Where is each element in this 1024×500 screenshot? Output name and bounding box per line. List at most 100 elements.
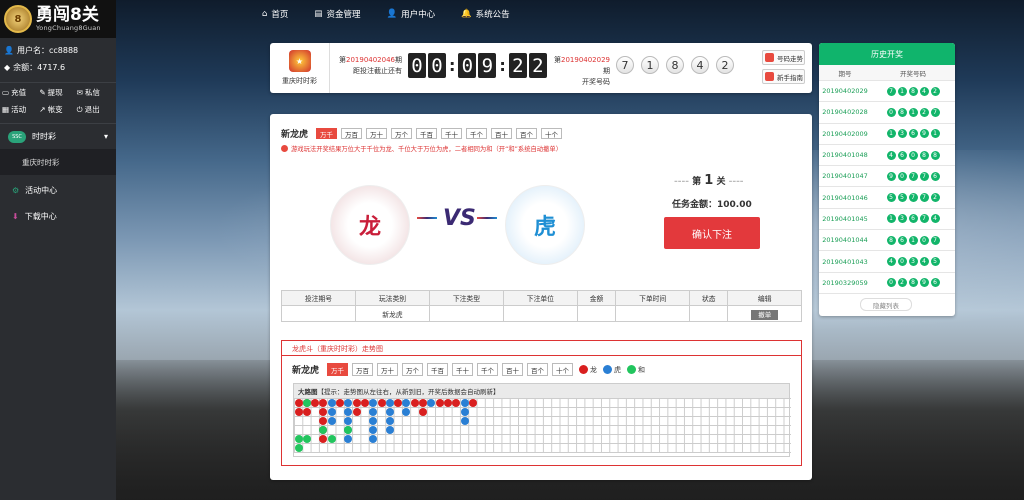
nav-announcements-label: 系统公告 (475, 10, 510, 20)
road-tiger-dot (327, 407, 336, 416)
road-tiger-dot (344, 407, 353, 416)
list-item: 20190401043 4 0 3 4 5 (819, 251, 955, 273)
nav-user-center[interactable]: 👤 用户中心 (386, 8, 435, 20)
legend-dragon-label: 龙 (590, 365, 598, 374)
trend-option[interactable]: 千百 (427, 363, 449, 376)
road-dragon-dot (443, 398, 452, 407)
amount-value: 100.00 (717, 200, 752, 210)
vs-stripe-right (477, 217, 497, 219)
trend-option[interactable]: 十个 (552, 363, 574, 376)
history-number-ball: 1 (886, 129, 896, 139)
history-number-ball: 6 (930, 171, 940, 181)
list-item: 20190402009 1 3 6 9 1 (819, 124, 955, 145)
brand-logo[interactable]: 8 勇闯8关 YongChuang8Guan (0, 0, 116, 38)
ssc-icon: SSC (8, 130, 26, 143)
confirm-bet-button[interactable]: 确认下注 (664, 217, 760, 249)
play-option[interactable]: 百个 (516, 128, 538, 139)
history-col-numbers: 开奖号码 (900, 69, 926, 78)
bets-table: 投注期号 玩法类别 下注类型 下注单位 金额 下单时间 状态 编辑 新龙虎 撤单 (281, 290, 802, 322)
play-option[interactable]: 十个 (541, 128, 563, 139)
last-issue-info: 第20190402029 期 开奖号码 (550, 55, 610, 88)
tie-dot-icon (627, 365, 637, 374)
road-tie-dot (294, 434, 303, 443)
road-tie-dot (302, 398, 311, 407)
road-dragon-dot (319, 407, 328, 416)
history-number-ball: 7 (886, 86, 896, 96)
info-icon (281, 145, 288, 152)
message-link[interactable]: ✉ 私信 (77, 87, 114, 98)
home-icon: ⌂ (262, 9, 268, 19)
col-edit: 编辑 (727, 290, 802, 306)
guide-button-label: 新手指南 (777, 73, 803, 82)
history-number-ball: 2 (897, 278, 907, 288)
play-option[interactable]: 千个 (466, 128, 488, 139)
col-amount: 金额 (576, 290, 617, 306)
col-issue: 投注期号 (281, 290, 356, 306)
deposit-link[interactable]: ▭ 充值 (2, 87, 39, 98)
play-option[interactable]: 万十 (366, 128, 388, 139)
level-dashes: ---- (674, 177, 689, 187)
history-number-ball: 6 (908, 214, 918, 224)
activity-link[interactable]: ▦ 活动 (2, 104, 39, 115)
trend-option[interactable]: 百十 (502, 363, 524, 376)
nav-funds[interactable]: ▤ 资金管理 (314, 8, 360, 20)
trend-option[interactable]: 万百 (352, 363, 374, 376)
menu-item-download[interactable]: ⬇ 下载中心 (0, 203, 116, 229)
trend-title: 龙虎斗（重庆时时彩）走势图 (292, 345, 383, 353)
trend-option[interactable]: 万千 (327, 363, 349, 376)
history-col-issue: 期号 (838, 69, 852, 78)
cancel-bet-button[interactable]: 撤单 (751, 309, 779, 320)
menu-group-ssc[interactable]: SSC 时时彩 ▾ (0, 123, 116, 149)
rule-tip: 游戏玩法开奖结果万位大于千位为龙、千位大于万位为虎，二者相同为和（开“和”系统自… (281, 144, 562, 153)
history-number-ball: 8 (897, 107, 907, 117)
download-icon: ⬇ (12, 211, 19, 221)
trend-button[interactable]: 号码走势 (762, 50, 805, 65)
menu-item-cqssc[interactable]: 重庆时时彩 (0, 149, 116, 175)
col-type: 下注类型 (428, 290, 504, 306)
big-road-header: 大路图 【提示：走势图从左往右，从新到旧，开奖后数据会自动刷新】 (294, 384, 789, 398)
history-number-ball: 1 (930, 129, 940, 139)
tiger-emblem[interactable]: 虎 (505, 185, 585, 265)
guide-button[interactable]: 新手指南 (762, 69, 805, 84)
trend-option[interactable]: 千十 (452, 363, 474, 376)
nav-home[interactable]: ⌂ 首页 (262, 8, 288, 20)
nav-home-label: 首页 (271, 10, 289, 20)
user-icon: 👤 (4, 46, 14, 55)
history-number-ball: 9 (886, 171, 896, 181)
logout-link[interactable]: ⏻ 退出 (77, 104, 114, 115)
col-time: 下单时间 (615, 290, 691, 306)
nav-announcements[interactable]: 🔔 系统公告 (461, 8, 510, 20)
withdraw-link[interactable]: ✎ 提现 (39, 87, 76, 98)
play-option[interactable]: 万个 (391, 128, 413, 139)
account-change-link[interactable]: ↗ 帐变 (39, 104, 76, 115)
road-dragon-dot (302, 407, 311, 416)
trend-panel: 龙虎斗（重庆时时彩）走势图 新龙虎 万千 万百 万十 万个 千百 千十 千个 百… (281, 340, 802, 466)
trend-option[interactable]: 万个 (402, 363, 424, 376)
play-option[interactable]: 千百 (416, 128, 438, 139)
trend-option[interactable]: 千个 (477, 363, 499, 376)
hide-list-button[interactable]: 隐藏列表 (860, 298, 912, 311)
play-option[interactable]: 万百 (341, 128, 363, 139)
history-number-ball: 9 (919, 129, 929, 139)
road-dragon-dot (435, 398, 444, 407)
menu-item-activity[interactable]: ⚙ 活动中心 (0, 177, 116, 203)
play-option[interactable]: 百十 (491, 128, 513, 139)
dragon-emblem[interactable]: 龙 (330, 185, 410, 265)
history-number-ball: 8 (919, 150, 929, 160)
cell (689, 305, 729, 322)
play-option[interactable]: 千十 (441, 128, 463, 139)
trend-option[interactable]: 百个 (527, 363, 549, 376)
play-option[interactable]: 万千 (316, 128, 338, 139)
road-tiger-dot (344, 434, 353, 443)
legend-tiger: 虎 (603, 365, 621, 375)
current-issue-number: 20190402046 (346, 56, 395, 64)
number-ball: 8 (666, 56, 684, 74)
number-ball: 1 (641, 56, 659, 74)
trend-option[interactable]: 万十 (377, 363, 399, 376)
quick-links: ▭ 充值 ✎ 提现 ✉ 私信 ▦ 活动 ↗ 帐变 ⏻ 退出 (0, 82, 116, 119)
dragon-dot-icon (579, 365, 589, 374)
power-icon: ⏻ (76, 104, 83, 114)
history-number-ball: 7 (908, 171, 918, 181)
chart-icon: ↗ (39, 105, 46, 114)
caret-down-icon: ▾ (103, 132, 108, 141)
